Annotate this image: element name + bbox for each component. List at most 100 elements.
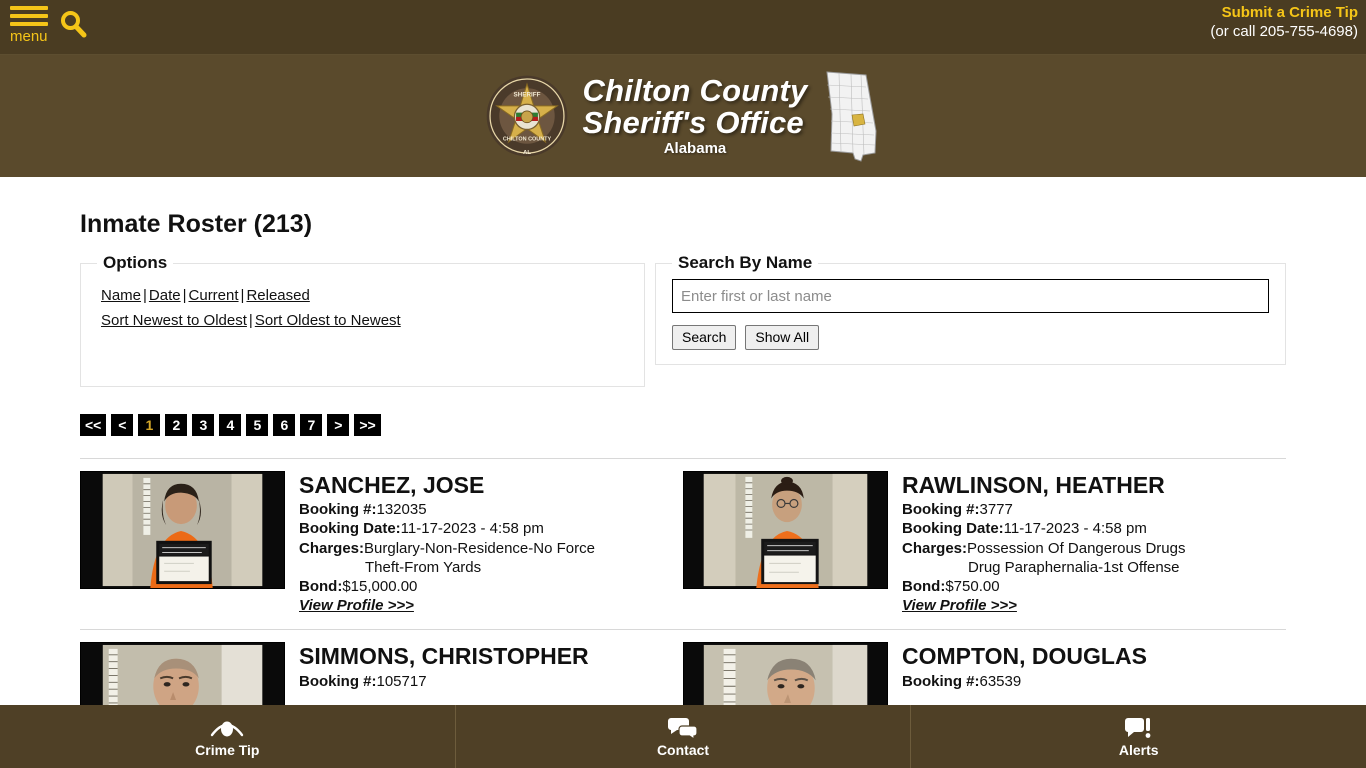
pagination-page-6[interactable]: 6 bbox=[273, 414, 296, 436]
inmate-name: RAWLINSON, HEATHER bbox=[902, 472, 1165, 498]
search-input[interactable] bbox=[672, 279, 1269, 313]
charge-secondary: Drug Paraphernalia-1st Offense bbox=[968, 558, 1180, 576]
footer-item-contact[interactable]: Contact bbox=[456, 705, 912, 768]
crime-tip-phone: (or call 205-755-4698) bbox=[1210, 22, 1358, 40]
booking-number-field: Booking #:105717 bbox=[299, 672, 589, 691]
footer-item-crime-tip[interactable]: Crime Tip bbox=[0, 705, 456, 768]
booking-date-label: Booking Date: bbox=[299, 520, 401, 538]
inmate-details: COMPTON, DOUGLAS Booking #:63539 bbox=[902, 642, 1147, 690]
mugshot-image[interactable] bbox=[80, 471, 285, 589]
charge-primary: Possession Of Dangerous Drugs bbox=[967, 539, 1186, 557]
inmate-details: SIMMONS, CHRISTOPHER Booking #:105717 bbox=[299, 642, 589, 690]
search-panel: Search By Name Search Show All bbox=[655, 253, 1286, 365]
booking-date-field: Booking Date:11-17-2023 - 4:58 pm bbox=[902, 519, 1185, 538]
booking-number-value: 105717 bbox=[376, 672, 427, 690]
pagination-page-2[interactable]: 2 bbox=[165, 414, 188, 436]
filter-released-link[interactable]: Released bbox=[246, 287, 309, 304]
footer-item-alerts[interactable]: Alerts bbox=[911, 705, 1366, 768]
sort-newest-to-oldest-link[interactable]: Sort Newest to Oldest bbox=[101, 312, 247, 329]
booking-date-field: Booking Date:11-17-2023 - 4:58 pm bbox=[299, 519, 595, 538]
charges-field: Charges:Possession Of Dangerous Drugs Dr… bbox=[902, 539, 1185, 577]
booking-number-label: Booking #: bbox=[299, 672, 377, 690]
booking-date-value: 11-17-2023 - 4:58 pm bbox=[1003, 520, 1147, 538]
brand-inner: SHERIFF CHILTON COUNTY AL Chilton County… bbox=[485, 69, 882, 164]
booking-number-field: Booking #:63539 bbox=[902, 672, 1147, 691]
sort-by-name-link[interactable]: Name bbox=[101, 287, 141, 304]
hamburger-icon[interactable] bbox=[10, 6, 48, 26]
chat-bubbles-icon bbox=[668, 716, 698, 740]
pagination-page-1[interactable]: 1 bbox=[138, 414, 161, 436]
booking-number-label: Booking #: bbox=[299, 501, 377, 519]
topbar-left-group: menu bbox=[10, 6, 88, 44]
filter-current-link[interactable]: Current bbox=[189, 287, 239, 304]
brand-line-2: Sheriff's Office bbox=[582, 104, 804, 140]
sort-by-date-link[interactable]: Date bbox=[149, 287, 181, 304]
footer-label-contact: Contact bbox=[656, 741, 710, 758]
options-links-row-2: Sort Newest to Oldest | Sort Oldest to New… bbox=[101, 312, 628, 329]
search-button-row: Search Show All bbox=[672, 325, 1269, 350]
options-links-row-1: Name | Date | Current | Released bbox=[101, 287, 628, 304]
top-utility-bar: menu Submit a Crime Tip (or call 205-755… bbox=[0, 0, 1366, 55]
brand-line-1: Chilton County bbox=[582, 73, 808, 109]
mugshot-image[interactable] bbox=[683, 471, 888, 589]
inmate-card: SANCHEZ, JOSE Booking #:132035 Booking D… bbox=[80, 471, 683, 615]
search-button[interactable]: Search bbox=[672, 325, 737, 350]
page-title: Inmate Roster (213) bbox=[80, 210, 313, 238]
submit-crime-tip-link[interactable]: Submit a Crime Tip bbox=[1210, 4, 1358, 23]
view-profile-link[interactable]: View Profile >>> bbox=[902, 597, 1017, 614]
pagination-prev[interactable]: < bbox=[111, 414, 134, 436]
pagination-page-3[interactable]: 3 bbox=[192, 414, 215, 436]
topbar-right-group: Submit a Crime Tip (or call 205-755-4698… bbox=[1210, 4, 1358, 42]
pagination-last[interactable]: >> bbox=[354, 414, 381, 436]
view-profile-link[interactable]: View Profile >>> bbox=[299, 597, 414, 614]
eye-icon bbox=[210, 716, 244, 740]
sheriff-badge-icon: SHERIFF CHILTON COUNTY AL bbox=[485, 74, 569, 158]
alert-bubble-icon bbox=[1124, 716, 1153, 740]
search-legend: Search By Name bbox=[678, 253, 813, 272]
booking-number-label: Booking #: bbox=[902, 672, 980, 690]
separator: | bbox=[182, 287, 187, 304]
footer-label-alerts: Alerts bbox=[1118, 741, 1159, 758]
booking-number-field: Booking #:132035 bbox=[299, 500, 595, 519]
brand-text: Chilton County Sheriff's Office Alabama bbox=[583, 75, 808, 157]
panels-row: Options Name | Date | Current | Released Sort … bbox=[80, 253, 1286, 387]
show-all-button[interactable]: Show All bbox=[745, 325, 820, 350]
inmate-details: RAWLINSON, HEATHER Booking #:3777 Bookin… bbox=[902, 471, 1185, 615]
inmate-name: SIMMONS, CHRISTOPHER bbox=[299, 643, 589, 670]
inmate-name: COMPTON, DOUGLAS bbox=[902, 643, 1147, 670]
svg-text:SHERIFF: SHERIFF bbox=[513, 92, 540, 99]
pagination: << < 1 2 3 4 5 6 7 > >> bbox=[80, 414, 1286, 436]
pagination-page-7[interactable]: 7 bbox=[300, 414, 323, 436]
sort-oldest-to-newest-link[interactable]: Sort Oldest to Newest bbox=[255, 312, 401, 329]
booking-number-label: Booking #: bbox=[902, 501, 980, 519]
main-content: Inmate Roster (213) Options Name | Date | Cu… bbox=[0, 210, 1366, 768]
bond-field: Bond:$750.00 bbox=[902, 577, 1185, 596]
options-legend: Options bbox=[103, 253, 168, 272]
pagination-page-5[interactable]: 5 bbox=[246, 414, 269, 436]
footer-label-crime-tip: Crime Tip bbox=[195, 741, 260, 758]
bond-value: $15,000.00 bbox=[342, 578, 418, 596]
pagination-first[interactable]: << bbox=[80, 414, 107, 436]
pagination-page-4[interactable]: 4 bbox=[219, 414, 242, 436]
inmate-name: SANCHEZ, JOSE bbox=[299, 472, 485, 498]
alabama-map-icon bbox=[819, 69, 881, 164]
charge-secondary: Theft-From Yards bbox=[365, 558, 482, 576]
brand-state: Alabama bbox=[663, 140, 727, 158]
separator: | bbox=[248, 312, 253, 329]
inmate-card: RAWLINSON, HEATHER Booking #:3777 Bookin… bbox=[683, 471, 1286, 615]
options-panel: Options Name | Date | Current | Released Sort … bbox=[80, 253, 645, 387]
inmate-details: SANCHEZ, JOSE Booking #:132035 Booking D… bbox=[299, 471, 595, 615]
pagination-next[interactable]: > bbox=[327, 414, 350, 436]
bond-field: Bond:$15,000.00 bbox=[299, 577, 595, 596]
booking-number-value: 132035 bbox=[376, 501, 427, 519]
charges-label: Charges: bbox=[299, 539, 365, 557]
site-header-brand: SHERIFF CHILTON COUNTY AL Chilton County… bbox=[0, 55, 1366, 177]
booking-number-field: Booking #:3777 bbox=[902, 500, 1185, 519]
booking-date-value: 11-17-2023 - 4:58 pm bbox=[400, 520, 544, 538]
bond-label: Bond: bbox=[299, 578, 343, 596]
menu-button[interactable]: menu bbox=[10, 6, 48, 44]
separator: | bbox=[143, 287, 147, 304]
charges-field: Charges:Burglary-Non-Residence-No Force … bbox=[299, 539, 595, 577]
menu-label: menu bbox=[10, 28, 48, 45]
search-icon[interactable] bbox=[58, 9, 88, 44]
